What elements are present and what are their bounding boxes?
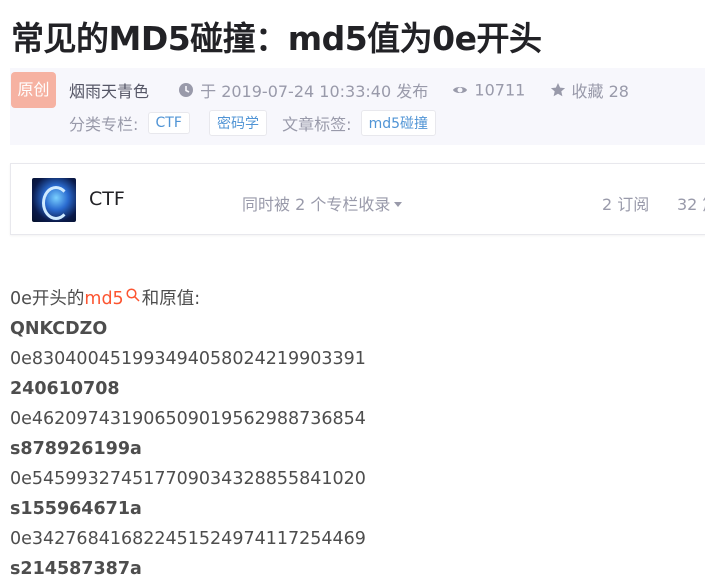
original-value-line: s878926199a xyxy=(10,439,142,459)
meta-info-row: 烟雨天青色 于 2019-07-24 10:33:40 发布 10711 收藏 … xyxy=(69,78,629,102)
md5-hash-line: 0e830400451993494058024219903391 xyxy=(10,349,366,369)
md5-hash-line: 0e462097431906509019562988736854 xyxy=(10,409,366,429)
category-tag-ctf[interactable]: CTF xyxy=(147,112,190,134)
column-subscriptions: 2 订阅 xyxy=(602,195,650,214)
star-icon[interactable] xyxy=(550,82,566,98)
view-count: 10711 xyxy=(474,80,526,100)
tag-label: 文章标签: xyxy=(282,115,352,134)
column-article-count: 32 篇 xyxy=(677,195,705,214)
original-badge: 原创 xyxy=(11,72,56,108)
category-tag-crypto[interactable]: 密码学 xyxy=(208,110,267,136)
intro-line: 0e开头的md5 和原值: xyxy=(10,284,366,314)
column-card[interactable]: CTF 同时被 2 个专栏收录 2 订阅 32 篇 xyxy=(10,163,705,235)
article-meta-box: 原创 烟雨天青色 于 2019-07-24 10:33:40 发布 10711 … xyxy=(10,68,705,145)
hash-list: QNKCDZO 0e830400451993494058024219903391 2… xyxy=(10,314,366,584)
category-label: 分类专栏: xyxy=(69,115,139,134)
original-value-line: s214587387a xyxy=(10,559,142,579)
article-tag-md5[interactable]: md5碰撞 xyxy=(360,110,437,136)
column-name[interactable]: CTF xyxy=(89,188,125,210)
md5-search-link[interactable]: md5 xyxy=(84,289,123,309)
original-value-line: s155964671a xyxy=(10,499,142,519)
article-title: 常见的MD5碰撞：md5值为0e开头 xyxy=(11,19,542,58)
intro-prefix: 0e开头的 xyxy=(10,289,85,309)
search-icon[interactable] xyxy=(126,288,140,302)
md5-hash-line: 0e342768416822451524974117254469 xyxy=(10,529,366,549)
eye-icon xyxy=(453,87,468,93)
clock-icon xyxy=(179,83,194,97)
md5-hash-line: 0e545993274517709034328855841020 xyxy=(10,469,366,489)
article-content: 0e开头的md5 和原值: QNKCDZO 0e830400451993494058… xyxy=(10,284,366,584)
column-avatar[interactable] xyxy=(32,178,76,222)
original-value-line: 240610708 xyxy=(10,379,120,399)
category-tag-row: 分类专栏: CTF 密码学 文章标签: md5碰撞 xyxy=(69,110,446,136)
intro-suffix: 和原值: xyxy=(141,289,201,309)
chevron-down-icon xyxy=(394,202,403,207)
author-link[interactable]: 烟雨天青色 xyxy=(69,82,149,101)
publish-date: 于 2019-07-24 10:33:40 发布 xyxy=(200,82,429,101)
column-included-text: 同时被 2 个专栏收录 xyxy=(242,195,391,214)
favorite-count[interactable]: 收藏 28 xyxy=(572,82,629,101)
column-included-dropdown[interactable]: 同时被 2 个专栏收录 xyxy=(242,191,403,215)
original-value-line: QNKCDZO xyxy=(10,319,108,339)
